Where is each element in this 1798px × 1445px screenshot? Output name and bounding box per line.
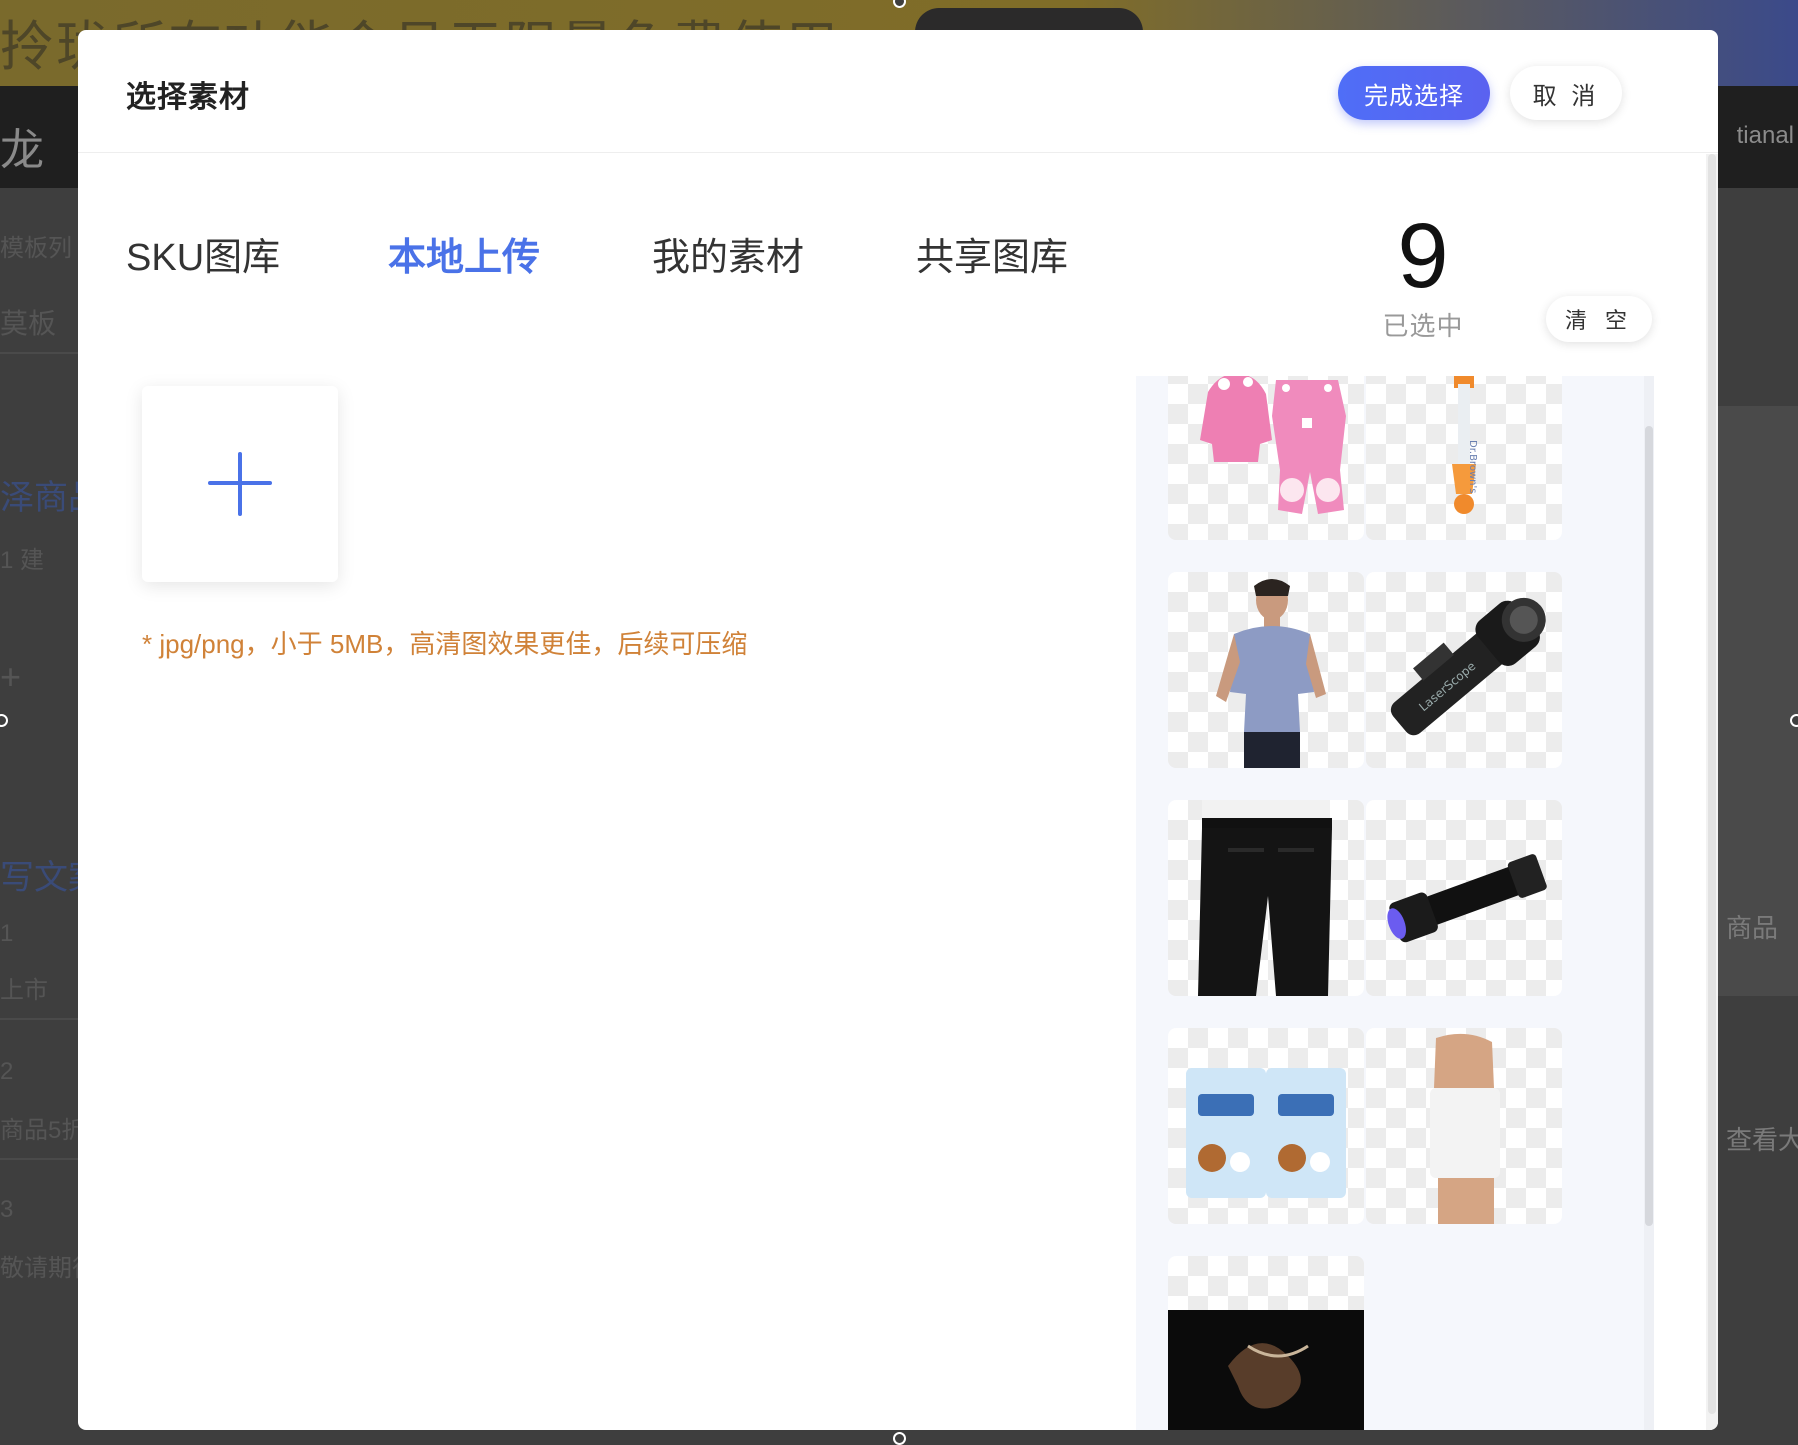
svg-text:Dr.Brown's: Dr.Brown's	[1467, 440, 1478, 493]
select-material-dialog: 选择素材 完成选择 取 消 SKU图库 本地上传 我的素材 共享图库 9 已选中…	[78, 30, 1718, 1430]
upload-button[interactable]	[142, 386, 338, 582]
add-icon: +	[0, 656, 22, 697]
dialog-header: 选择素材 完成选择 取 消	[78, 30, 1718, 153]
selected-thumb-pink-baby-clothes[interactable]	[1168, 376, 1364, 540]
selected-thumb-wrist-bandage[interactable]	[1366, 1028, 1562, 1224]
selected-thumb-black-pants[interactable]	[1168, 800, 1364, 996]
tab-shared-gallery[interactable]: 共享图库	[916, 226, 1068, 281]
sidebar-item: 2	[0, 1058, 14, 1085]
cancel-button[interactable]: 取 消	[1510, 66, 1622, 120]
clear-selection-button[interactable]: 清 空	[1546, 296, 1652, 342]
app-logo: 龙	[0, 126, 44, 175]
selected-images-panel[interactable]: Dr.Brown's LaserScope	[1136, 376, 1654, 1430]
tab-my-materials[interactable]: 我的素材	[652, 226, 804, 281]
background-label: 商品	[1726, 913, 1779, 943]
sidebar-item: 1	[0, 920, 14, 947]
selected-count: 9	[1397, 205, 1449, 307]
sidebar-item: 3	[0, 1196, 14, 1223]
dialog-scrollbar-thumb[interactable]	[1708, 154, 1716, 1414]
user-name: tianal	[1736, 122, 1794, 149]
selected-thumb-dark-abstract[interactable]	[1168, 1256, 1364, 1430]
upload-hint: * jpg/png，小于 5MB，高清图效果更佳，后续可压缩	[142, 629, 748, 659]
resize-handle[interactable]	[893, 1432, 906, 1445]
sidebar-item: 1 建	[0, 547, 45, 574]
resize-handle[interactable]	[1790, 714, 1798, 727]
selected-thumb-uv-flashlight[interactable]	[1366, 800, 1562, 996]
selected-thumb-bottle-brush[interactable]: Dr.Brown's	[1366, 376, 1562, 540]
tab-sku-gallery[interactable]: SKU图库	[126, 226, 280, 281]
sidebar-item: 模板列	[0, 235, 72, 262]
selected-thumb-baby-diapers[interactable]	[1168, 1028, 1364, 1224]
tab-local-upload[interactable]: 本地上传	[388, 226, 540, 281]
background-label: 查看大	[1726, 1125, 1798, 1155]
selected-thumb-man-tshirt[interactable]	[1168, 572, 1364, 768]
thumbnail-scrollbar-thumb[interactable]	[1645, 426, 1653, 1226]
sidebar-item: 莫板	[0, 308, 57, 339]
selected-count-label: 已选中	[1382, 311, 1464, 341]
selected-thumb-laser-flashlight[interactable]: LaserScope	[1366, 572, 1562, 768]
sidebar-item: 商品5折	[0, 1117, 86, 1144]
finish-selection-button[interactable]: 完成选择	[1338, 66, 1490, 120]
resize-handle[interactable]	[0, 714, 8, 727]
dialog-title: 选择素材	[126, 81, 250, 114]
sidebar-item: 上市	[0, 977, 48, 1004]
